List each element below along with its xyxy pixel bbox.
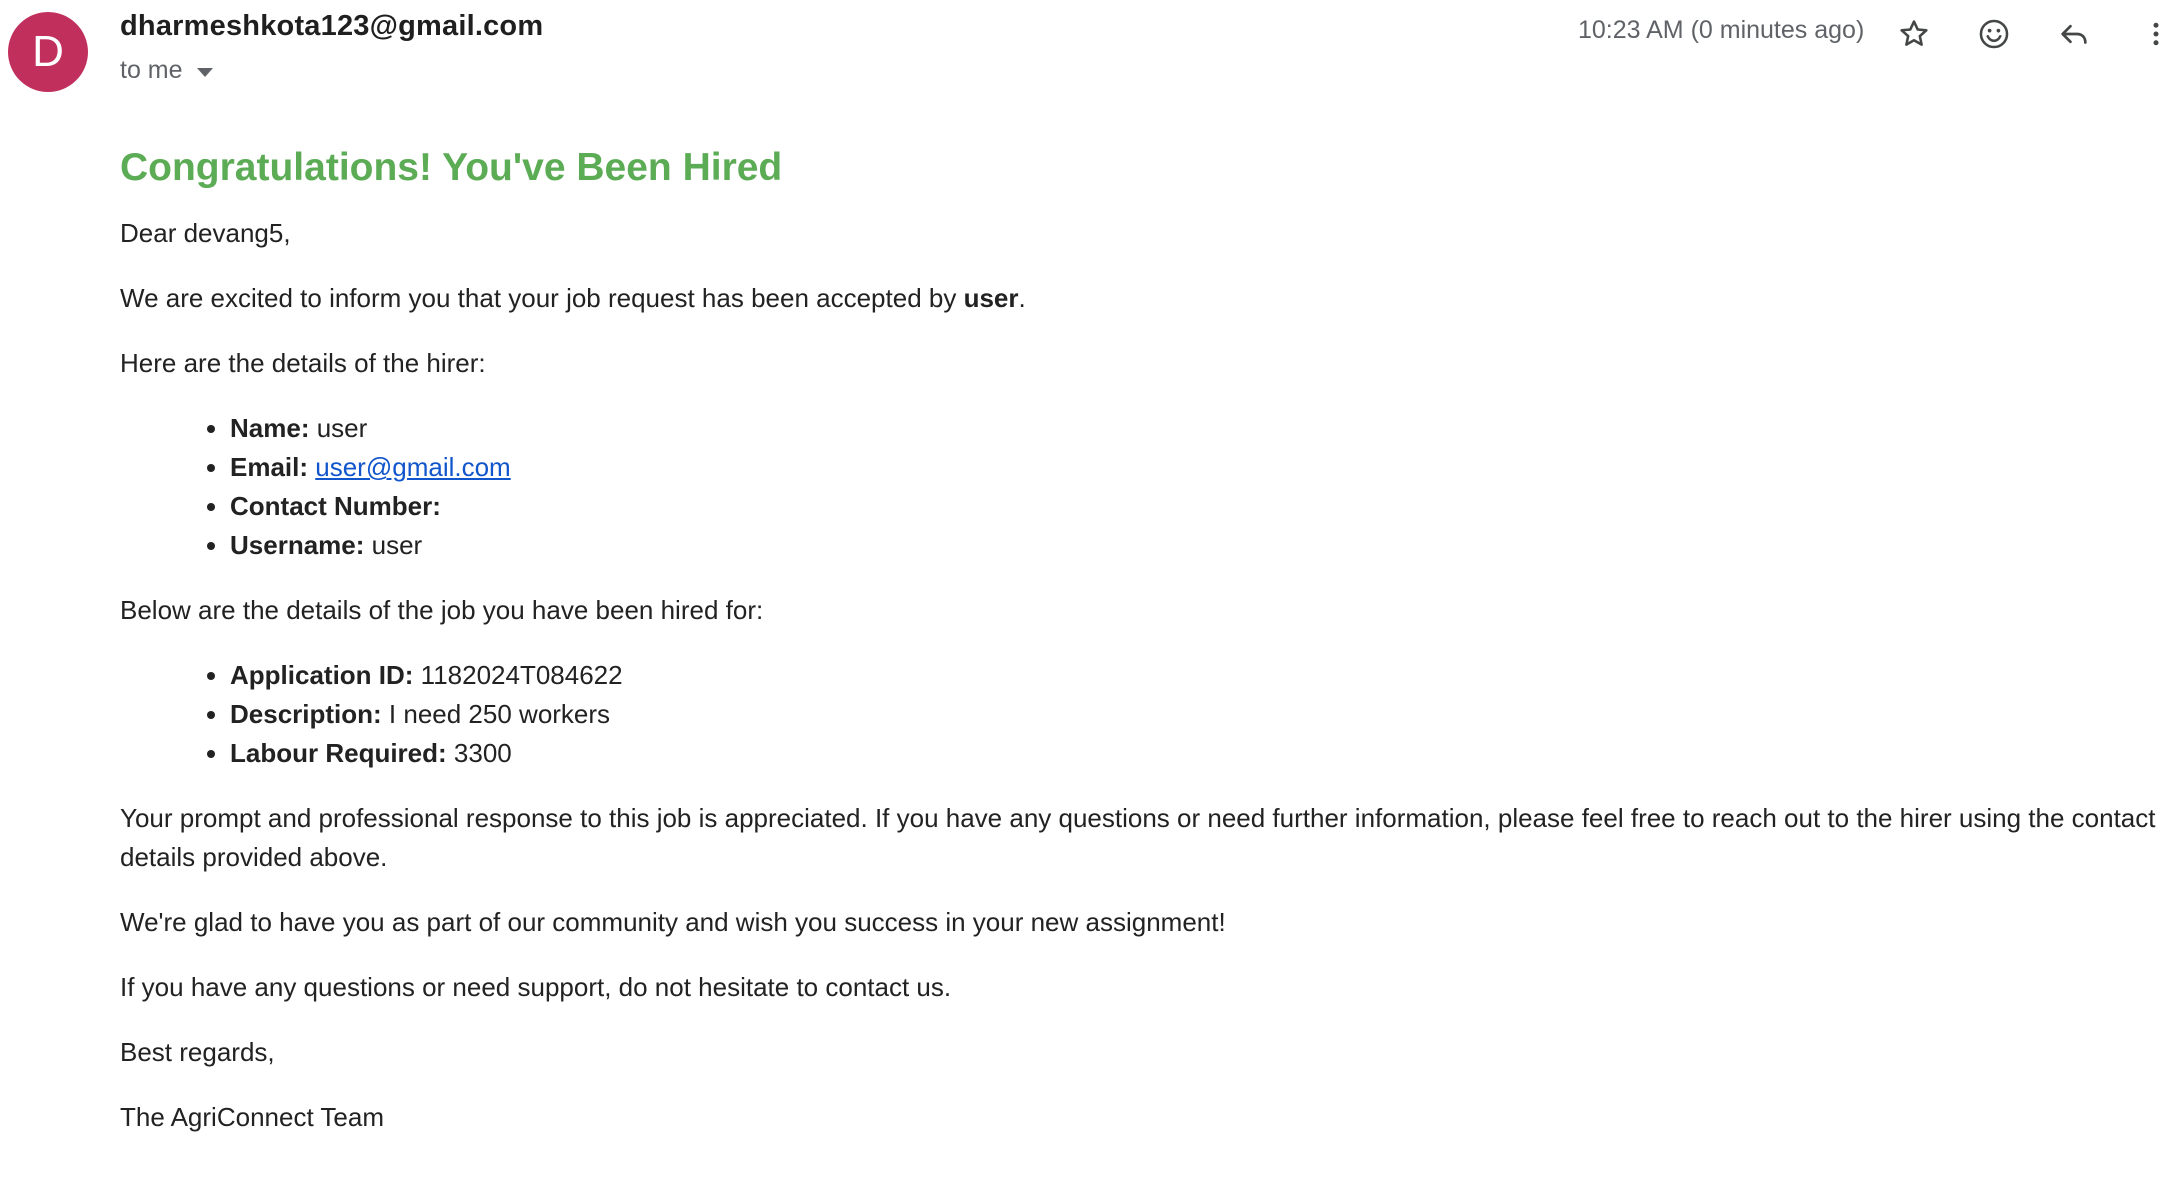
recipient-label: to me	[120, 56, 183, 84]
job-details-list: Application ID: 1182024T084622 Descripti…	[120, 656, 2170, 773]
reply-icon	[2061, 24, 2087, 44]
reply-button[interactable]	[2048, 8, 2100, 60]
intro-paragraph: We are excited to inform you that your j…	[120, 279, 2170, 318]
glad-paragraph: We're glad to have you as part of our co…	[120, 907, 1226, 937]
job-application-id-item: Application ID: 1182024T084622	[230, 656, 2170, 695]
signature: The AgriConnect Team	[120, 1102, 384, 1132]
sender-email[interactable]: dharmeshkota123@gmail.com	[120, 10, 543, 43]
job-heading: Below are the details of the job you hav…	[120, 595, 764, 625]
intro-hirer-name: user	[963, 283, 1019, 313]
hirer-name-label: Name:	[230, 413, 310, 443]
job-application-id-value: 1182024T084622	[420, 660, 623, 690]
more-vert-icon	[2153, 22, 2159, 46]
job-description-value: I need 250 workers	[388, 699, 611, 729]
hirer-contact-item: Contact Number:	[230, 487, 2170, 526]
job-description-label: Description:	[230, 699, 382, 729]
hirer-name-item: Name: user	[230, 409, 2170, 448]
add-reaction-button[interactable]	[1968, 8, 2020, 60]
hirer-email-label: Email:	[230, 452, 309, 482]
intro-text: We are excited to inform you that your j…	[120, 283, 964, 313]
hirer-username-value: user	[371, 530, 423, 560]
timestamp: 10:23 AM (0 minutes ago)	[1578, 16, 1865, 44]
more-options-button[interactable]	[2130, 8, 2182, 60]
star-button[interactable]	[1888, 8, 1940, 60]
hirer-details-list: Name: user Email: user@gmail.com Contact…	[120, 409, 2170, 565]
email-header: D dharmeshkota123@gmail.com to me 10:23 …	[0, 0, 2182, 100]
hirer-contact-label: Contact Number:	[230, 491, 441, 521]
hirer-heading: Here are the details of the hirer:	[120, 348, 486, 378]
email-body: Congratulations! You've Been Hired Dear …	[120, 140, 2170, 1163]
prompt-paragraph: Your prompt and professional response to…	[120, 803, 2156, 872]
avatar[interactable]: D	[8, 12, 88, 92]
job-labour-item: Labour Required: 3300	[230, 734, 2170, 773]
star-icon	[1900, 20, 1928, 46]
job-description-item: Description: I need 250 workers	[230, 695, 2170, 734]
hirer-email-link[interactable]: user@gmail.com	[315, 452, 510, 482]
job-labour-label: Labour Required:	[230, 738, 447, 768]
job-labour-value: 3300	[453, 738, 512, 768]
support-paragraph: If you have any questions or need suppor…	[120, 972, 952, 1002]
signoff: Best regards,	[120, 1037, 275, 1067]
hirer-email-item: Email: user@gmail.com	[230, 448, 2170, 487]
job-application-id-label: Application ID:	[230, 660, 414, 690]
emoji-icon	[1979, 19, 2009, 49]
intro-suffix: .	[1018, 283, 1026, 313]
hirer-username-item: Username: user	[230, 526, 2170, 565]
hirer-username-label: Username:	[230, 530, 365, 560]
chevron-down-icon[interactable]	[196, 67, 213, 77]
hirer-name-value: user	[316, 413, 368, 443]
email-title: Congratulations! You've Been Hired	[120, 146, 783, 189]
greeting: Dear devang5,	[120, 218, 291, 248]
recipient-details-toggle[interactable]: to me	[120, 56, 213, 85]
